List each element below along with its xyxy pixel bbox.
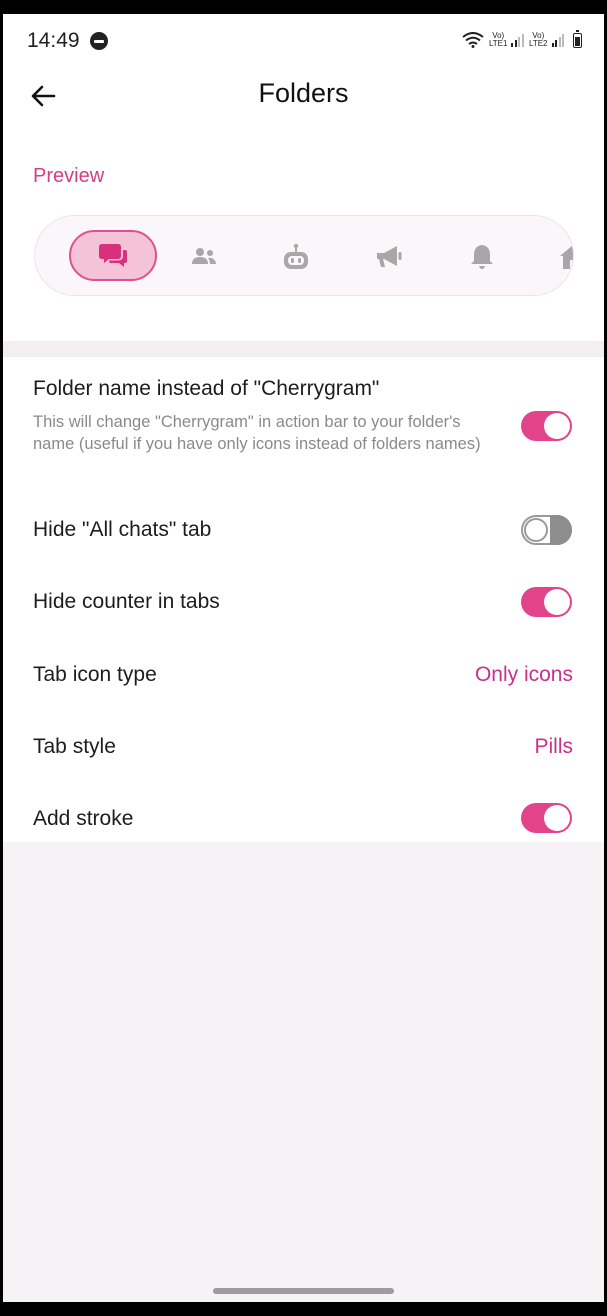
- sim1-lte-label: LTE1: [488, 39, 508, 48]
- setting-title: Hide counter in tabs: [33, 590, 220, 613]
- hide-counter-toggle[interactable]: [521, 587, 572, 617]
- screen: 14:49 Vo) LTE1 Vo) LTE2 Folders Preview …: [3, 14, 604, 1302]
- hide-all-chats-toggle[interactable]: [521, 515, 572, 545]
- bot-icon[interactable]: [279, 240, 313, 274]
- setting-title: Tab style: [33, 735, 116, 758]
- setting-hide-counter[interactable]: Hide counter in tabs: [3, 571, 604, 633]
- sim1-network: Vo) LTE1: [489, 32, 508, 48]
- setting-title: Tab icon type: [33, 663, 157, 686]
- sim2-lte-label: LTE2: [528, 39, 548, 48]
- sim1-signal-icon: [511, 33, 524, 47]
- setting-title: Add stroke: [33, 807, 134, 830]
- bell-icon[interactable]: [465, 240, 499, 274]
- section-divider: [3, 341, 604, 357]
- setting-title: Folder name instead of "Cherrygram": [33, 377, 380, 400]
- preview-tab-bar: [34, 215, 574, 296]
- tab-icon-type-value: Only icons: [474, 663, 573, 686]
- status-bar: 14:49 Vo) LTE1 Vo) LTE2: [3, 14, 604, 66]
- add-stroke-toggle[interactable]: [521, 803, 572, 833]
- settings-list: Folder name instead of "Cherrygram" This…: [3, 357, 604, 842]
- setting-description: This will change "Cherrygram" in action …: [33, 413, 481, 453]
- setting-add-stroke[interactable]: Add stroke: [3, 787, 604, 842]
- preview-label: Preview: [33, 165, 105, 187]
- setting-tab-icon-type[interactable]: Tab icon type Only icons: [3, 643, 604, 705]
- setting-folder-name[interactable]: Folder name instead of "Cherrygram" This…: [3, 357, 604, 482]
- megaphone-icon[interactable]: [372, 240, 406, 274]
- do-not-disturb-icon: [90, 32, 108, 50]
- status-time: 14:49: [27, 29, 80, 52]
- page-title: Folders: [258, 78, 349, 108]
- setting-hide-all-chats[interactable]: Hide "All chats" tab: [3, 499, 604, 561]
- folder-name-toggle[interactable]: [521, 411, 572, 441]
- users-icon[interactable]: [187, 240, 221, 274]
- tab-style-value: Pills: [534, 735, 573, 758]
- top-area: 14:49 Vo) LTE1 Vo) LTE2 Folders Preview: [3, 14, 604, 341]
- sim2-network: Vo) LTE2: [529, 32, 548, 48]
- home-icon[interactable]: [556, 240, 573, 274]
- status-icons: Vo) LTE1 Vo) LTE2: [462, 28, 582, 52]
- sim2-signal-icon: [551, 33, 564, 47]
- setting-title: Hide "All chats" tab: [33, 518, 212, 541]
- setting-tab-style[interactable]: Tab style Pills: [3, 715, 604, 777]
- chat-bubbles-icon[interactable]: [96, 239, 130, 273]
- home-indicator[interactable]: [213, 1288, 394, 1294]
- wifi-icon: [462, 32, 484, 48]
- battery-icon: [573, 29, 582, 48]
